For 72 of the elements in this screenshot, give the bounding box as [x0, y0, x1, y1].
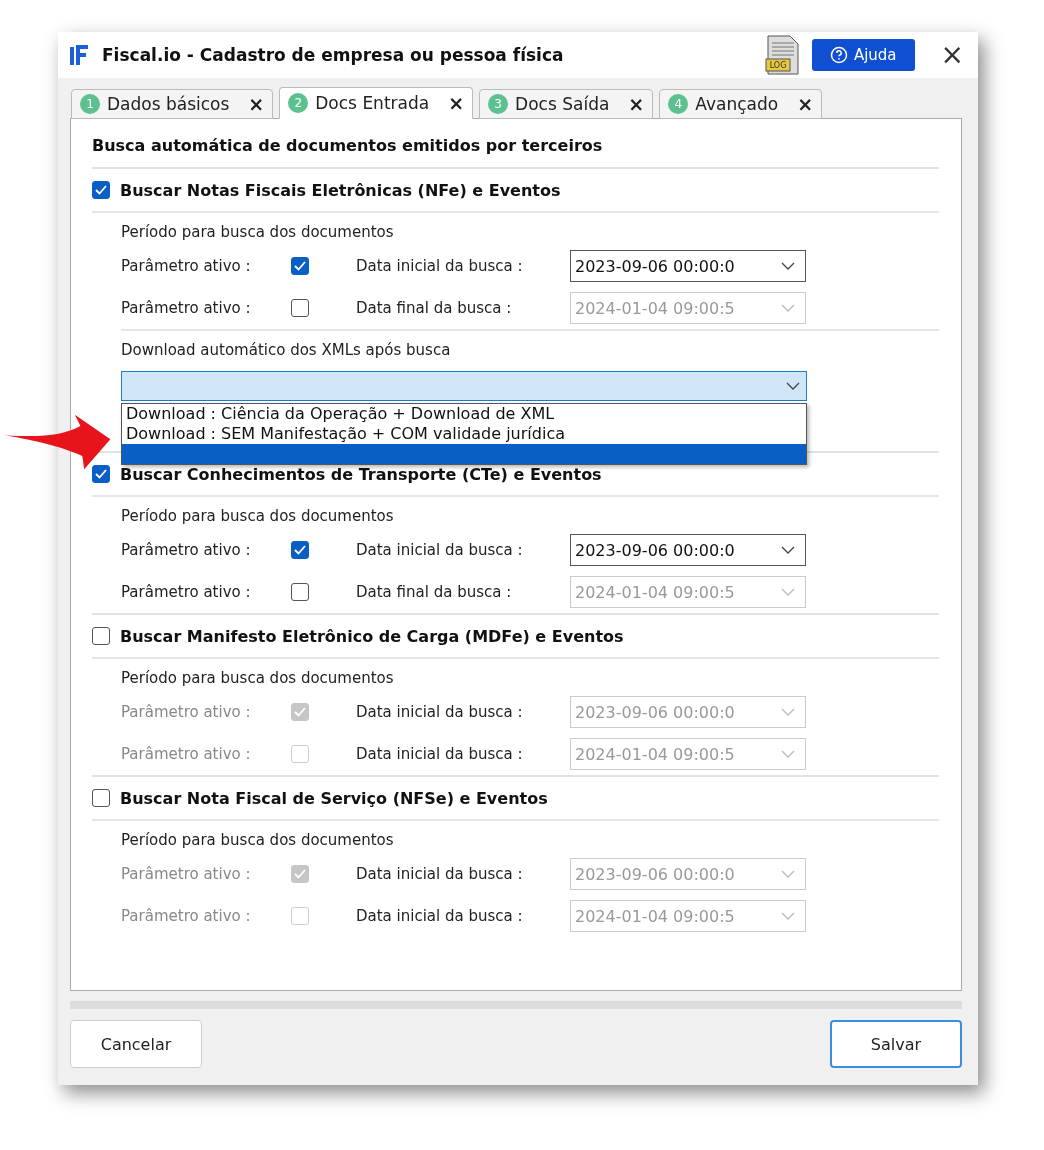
download-label: Download automático dos XMLs após busca	[121, 341, 452, 361]
arrow-icon	[5, 413, 111, 471]
checkbox[interactable]	[92, 181, 110, 199]
checkbox[interactable]	[92, 789, 110, 807]
tab[interactable]: 2 Docs Entrada ×	[279, 87, 474, 119]
tab-label: Docs Entrada	[315, 93, 430, 113]
checkbox[interactable]	[291, 257, 309, 275]
chevron-down-icon	[781, 750, 795, 758]
dropdown-option[interactable]: Download : Ciência da Operação + Download de XML	[122, 404, 806, 424]
tab-label: Avançado	[695, 94, 779, 114]
date-label: Data final da busca :	[356, 299, 513, 317]
close-tab-button[interactable]: ×	[797, 93, 814, 115]
period-label: Período para busca dos documentos	[121, 507, 395, 527]
checkbox[interactable]	[291, 299, 309, 317]
close-tab-button[interactable]: ×	[448, 92, 465, 114]
checkbox[interactable]	[92, 627, 110, 645]
parameter-label: Parâmetro ativo :	[121, 907, 252, 925]
date-field[interactable]: 2023-09-06 00:00:0	[570, 534, 806, 566]
cancel-button[interactable]: Cancelar	[70, 1020, 202, 1068]
chevron-down-icon	[781, 912, 795, 920]
checkbox[interactable]	[92, 465, 110, 483]
period-label: Período para busca dos documentos	[121, 669, 395, 689]
help-icon	[829, 46, 848, 64]
parameter-label: Parâmetro ativo :	[121, 745, 252, 763]
period-label: Período para busca dos documentos	[121, 831, 395, 851]
section-title: Buscar Manifesto Eletrônico de Carga (MDFe) e Eventos	[120, 626, 624, 646]
chevron-down-icon	[781, 708, 795, 716]
tab[interactable]: 1 Dados básicos ×	[71, 89, 274, 119]
parameter-label: Parâmetro ativo :	[121, 299, 252, 317]
parameter-label: Parâmetro ativo :	[121, 703, 252, 721]
chevron-down-icon	[781, 262, 795, 270]
parameter-label: Parâmetro ativo :	[121, 865, 252, 883]
date-label: Data inicial da busca :	[356, 865, 524, 883]
tab-label: Dados básicos	[107, 94, 230, 114]
date-label: Data inicial da busca :	[356, 541, 524, 559]
save-button[interactable]: Salvar	[830, 1020, 962, 1068]
chevron-down-icon	[781, 870, 795, 878]
step-number: 1	[80, 94, 100, 114]
chevron-down-icon	[781, 546, 795, 554]
checkbox[interactable]	[291, 583, 309, 601]
period-label: Período para busca dos documentos	[121, 223, 395, 243]
step-number: 2	[288, 93, 309, 113]
date-label: Data inicial da busca :	[356, 745, 524, 763]
step-number: 3	[488, 94, 509, 114]
window-title: Fiscal.io - Cadastro de empresa ou pessoa física	[102, 45, 565, 65]
help-button[interactable]: Ajuda	[811, 39, 915, 71]
parameter-label: Parâmetro ativo :	[121, 257, 252, 275]
step-number: 4	[668, 94, 689, 114]
checkbox[interactable]	[291, 541, 309, 559]
date-label: Data inicial da busca :	[356, 907, 524, 925]
dropdown-option[interactable]: Download : SEM Manifestação + COM validade jurídica	[122, 424, 806, 444]
date-label: Data inicial da busca :	[356, 703, 524, 721]
chevron-down-icon	[781, 304, 795, 312]
close-tab-button[interactable]: ×	[248, 93, 265, 115]
section-heading: Busca automática de documentos emitidos por terceiros	[92, 135, 604, 157]
download-dropdown[interactable]	[121, 371, 807, 401]
parameter-label: Parâmetro ativo :	[121, 541, 252, 559]
parameter-label: Parâmetro ativo :	[121, 583, 252, 601]
section-title: Buscar Nota Fiscal de Serviço (NFSe) e Eventos	[120, 788, 548, 808]
tab[interactable]: 3 Docs Saída ×	[479, 89, 654, 119]
tab-label: Docs Saída	[515, 94, 610, 114]
date-field[interactable]: 2023-09-06 00:00:0	[570, 250, 806, 282]
chevron-down-icon	[786, 382, 800, 390]
close-tab-button[interactable]: ×	[628, 93, 645, 115]
close-button[interactable]: ×	[936, 41, 968, 69]
date-label: Data inicial da busca :	[356, 257, 524, 275]
logo-icon	[68, 43, 90, 67]
chevron-down-icon	[781, 588, 795, 596]
tab[interactable]: 4 Avançado ×	[659, 89, 823, 119]
section-title: Buscar Notas Fiscais Eletrônicas (NFe) e Eventos	[120, 180, 561, 200]
section-title: Buscar Conhecimentos de Transporte (CTe) e Eventos	[120, 464, 602, 484]
date-label: Data final da busca :	[356, 583, 513, 601]
